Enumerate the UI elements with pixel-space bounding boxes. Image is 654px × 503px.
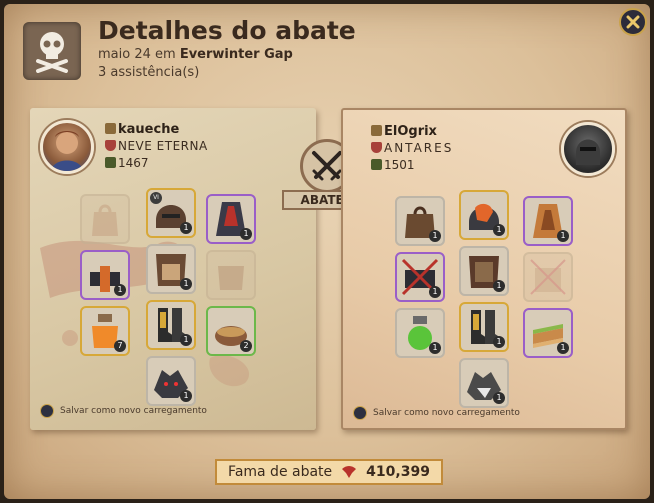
quality-badge: 1 [493,280,505,292]
head-slot[interactable]: VI 1 [146,188,196,238]
killer-item-power: 1467 [118,156,149,170]
shoes-slot[interactable]: 1 [146,300,196,350]
bag-slot[interactable]: 1 [395,196,445,246]
victim-name: ElOgrix [384,124,437,139]
mount-slot[interactable]: 1 [146,356,196,406]
crossed-swords-icon [312,151,342,181]
quality-badge: 2 [240,340,252,352]
crown-icon [371,125,382,136]
quality-badge: 1 [180,278,192,290]
killer-guild: NEVE ETERNA [118,139,208,153]
fame-value: 410,399 [366,464,430,480]
item-power-icon [105,157,116,168]
victim-guild-row: ANTARES [371,141,453,155]
quality-badge: 1 [429,342,441,354]
killer-save-loadout[interactable]: Salvar como novo carregamento [40,404,207,418]
page-title: Detalhes do abate [98,16,356,45]
killer-avatar [40,120,94,174]
mount-slot[interactable]: 1 [459,358,509,408]
quality-badge: 1 [114,284,126,296]
victim-guild: ANTARES [384,141,454,155]
bag-icon [92,204,118,236]
quality-badge: 1 [180,390,192,402]
killer-guild-row: NEVE ETERNA [105,139,208,153]
kill-date-location: maio 24 em Everwinter Gap [98,47,293,62]
victim-panel: ElOgrix ANTARES 1501 1 1 1 1 1 1 1 1 1 S… [341,108,627,430]
kill-date: maio 24 em [98,47,176,62]
cape-slot[interactable]: 1 [206,194,256,244]
quality-badge: 1 [557,342,569,354]
quality-badge: 1 [493,224,505,236]
save-loadout-icon [40,404,54,418]
guild-shield-icon [371,142,382,153]
item-power-icon [371,159,382,170]
quality-badge: 1 [429,286,441,298]
victim-name-row: ElOgrix [371,124,437,139]
close-button[interactable] [619,8,647,36]
guild-shield-icon [105,140,116,151]
player-portrait-icon [576,139,600,165]
quality-badge: 1 [557,230,569,242]
potion-slot[interactable]: 1 [395,308,445,358]
quality-badge: 1 [180,222,192,234]
cape-slot[interactable]: 1 [523,196,573,246]
tier-badge: VI [150,192,162,204]
chest-slot[interactable]: 1 [146,244,196,294]
close-icon [626,15,640,29]
skull-emblem [23,22,81,80]
offhand-slot[interactable] [523,252,573,302]
fame-icon [342,466,357,478]
assist-count: 3 assistência(s) [98,65,200,80]
killer-ip-row: 1467 [105,156,149,170]
quality-badge: 1 [429,230,441,242]
killer-name: kaueche [118,122,180,137]
bag-slot[interactable] [80,194,130,244]
killer-name-row: kaueche [105,122,179,137]
victim-save-loadout[interactable]: Salvar como novo carregamento [353,406,520,420]
chest-slot[interactable]: 1 [459,246,509,296]
food-slot[interactable]: 2 [206,306,256,356]
head-slot[interactable]: 1 [459,190,509,240]
quality-badge: 1 [493,392,505,404]
killer-panel: kaueche NEVE ETERNA 1467 VI 1 1 1 1 7 1 2 [30,108,316,430]
offhand-slot[interactable] [206,250,256,300]
victim-ip-row: 1501 [371,158,415,172]
save-loadout-icon [353,406,367,420]
quality-badge: 7 [114,340,126,352]
killer-save-label: Salvar como novo carregamento [60,406,207,416]
kill-location: Everwinter Gap [179,47,293,62]
quality-badge: 1 [240,228,252,240]
offhand-icon [530,259,566,295]
offhand-icon [218,266,244,290]
shoes-slot[interactable]: 1 [459,302,509,352]
kill-fame-bar: Fama de abate 410,399 [215,459,443,485]
player-portrait-icon [51,131,83,171]
crown-icon [105,123,116,134]
potion-slot[interactable]: 7 [80,306,130,356]
food-slot[interactable]: 1 [523,308,573,358]
skull-crossbones-icon [36,32,68,73]
victim-save-label: Salvar como novo carregamento [373,408,520,418]
quality-badge: 1 [493,336,505,348]
fame-label: Fama de abate [228,464,333,480]
victim-item-power: 1501 [384,158,415,172]
victim-avatar [561,122,615,176]
quality-badge: 1 [180,334,192,346]
mainhand-slot[interactable]: 1 [395,252,445,302]
mainhand-slot[interactable]: 1 [80,250,130,300]
